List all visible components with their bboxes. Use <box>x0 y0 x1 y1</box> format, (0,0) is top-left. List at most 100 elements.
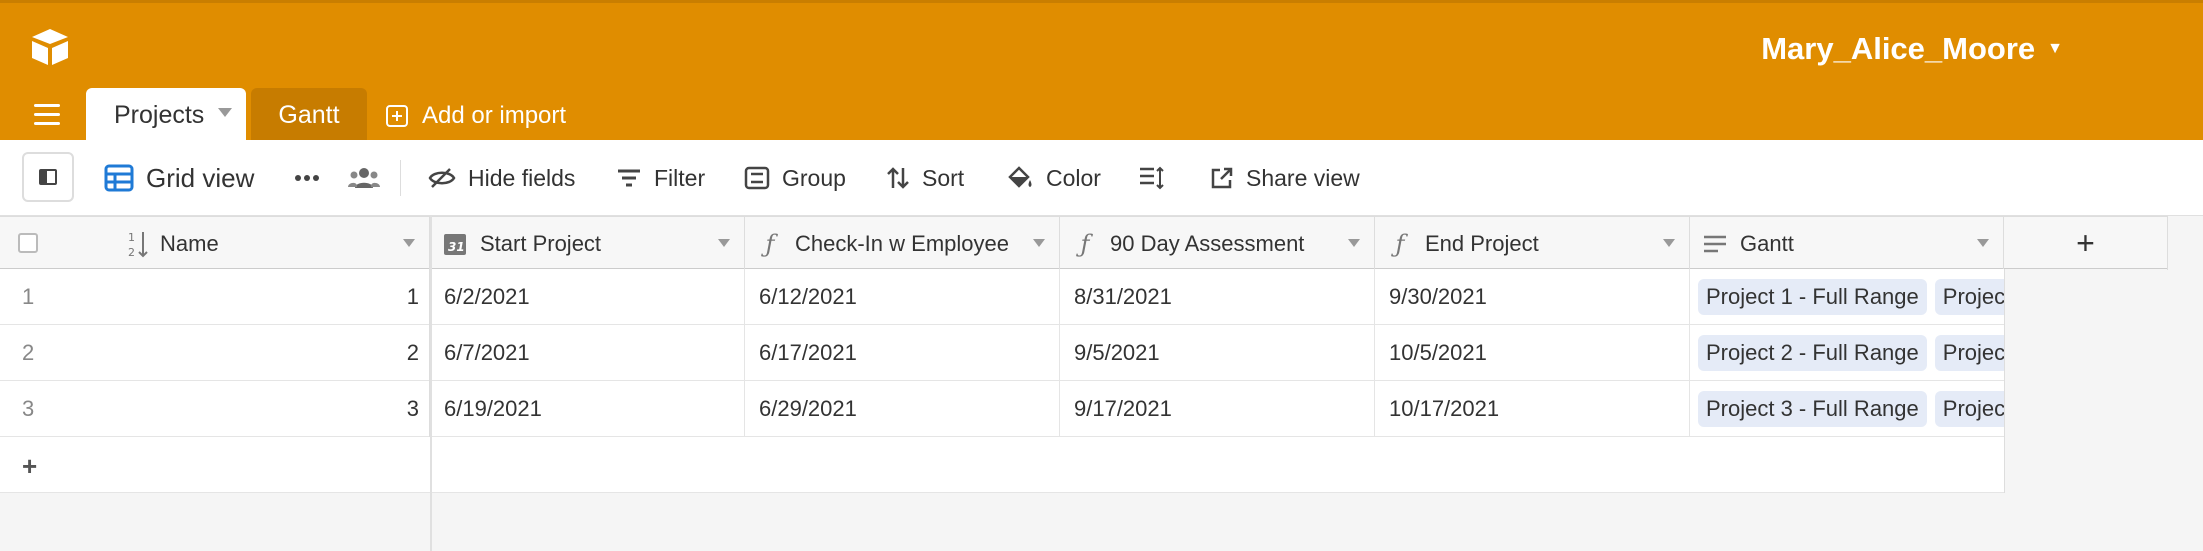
column-header-gantt[interactable]: Gantt <box>1690 217 2004 270</box>
cell-end-project[interactable]: 9/30/2021 <box>1375 269 1690 325</box>
cell-gantt[interactable]: Project 1 - Full Range Project <box>1690 269 2004 325</box>
app-header: Mary_Alice_Moore ▼ Projects Gantt Add or… <box>0 0 2203 143</box>
plus-icon: + <box>2076 225 2095 261</box>
view-toolbar: Grid view Hide fields Filter Group Sort … <box>0 140 2203 216</box>
plus-icon[interactable]: + <box>22 451 37 482</box>
column-header-90-day[interactable]: ƒ 90 Day Assessment <box>1060 217 1375 270</box>
table-row[interactable]: 1 1 6/2/2021 6/12/2021 8/31/2021 9/30/20… <box>0 269 2004 325</box>
data-grid: 1 2 Name 31 Start Project ƒ Check-In w E… <box>0 216 2203 551</box>
color-label: Color <box>1046 164 1101 191</box>
cell-name[interactable]: 3 <box>80 381 430 437</box>
sort-label: Sort <box>922 164 965 191</box>
gantt-pill: Project <box>1934 391 2004 427</box>
cell-start-project[interactable]: 6/19/2021 <box>430 381 745 437</box>
column-header-start-project[interactable]: 31 Start Project <box>430 217 745 270</box>
cell-start-project[interactable]: 6/2/2021 <box>430 269 745 325</box>
share-view-button[interactable]: Share view <box>1210 140 1360 216</box>
grid-view-switcher[interactable]: Grid view <box>104 140 254 216</box>
cell-90-day[interactable]: 9/5/2021 <box>1060 325 1375 381</box>
tab-label: Gantt <box>278 101 340 129</box>
logo-icon[interactable] <box>28 27 72 67</box>
user-name: Mary_Alice_Moore <box>1761 31 2036 66</box>
row-height-button[interactable] <box>1138 140 1166 216</box>
sort-number-icon: 1 2 <box>128 231 148 258</box>
column-header-check-in[interactable]: ƒ Check-In w Employee <box>745 217 1060 270</box>
collaborators-button[interactable] <box>348 140 380 216</box>
column-label: Start Project <box>480 230 602 256</box>
table-row[interactable]: 3 3 6/19/2021 6/29/2021 9/17/2021 10/17/… <box>0 381 2004 437</box>
formula-icon: ƒ <box>765 229 775 258</box>
people-icon <box>348 168 380 188</box>
cell-90-day[interactable]: 8/31/2021 <box>1060 269 1375 325</box>
cell-end-project[interactable]: 10/17/2021 <box>1375 381 1690 437</box>
hide-fields-label: Hide fields <box>468 164 576 191</box>
paint-bucket-icon <box>1008 166 1032 188</box>
cell-name[interactable]: 2 <box>80 325 430 381</box>
column-label: Check-In w Employee <box>795 230 1009 256</box>
column-label: Name <box>160 230 219 256</box>
gantt-pill: Project 2 - Full Range <box>1698 335 1927 371</box>
group-button[interactable]: Group <box>744 140 846 216</box>
chevron-down-icon[interactable] <box>1977 239 1989 247</box>
more-dots-icon <box>295 175 319 181</box>
add-or-import-label: Add or import <box>422 101 567 129</box>
cell-end-project[interactable]: 10/5/2021 <box>1375 325 1690 381</box>
svg-text:31: 31 <box>448 240 465 254</box>
column-label: Gantt <box>1740 230 1794 256</box>
add-field-button[interactable]: + <box>2004 217 2168 270</box>
row-number: 3 <box>22 396 35 421</box>
column-header-end-project[interactable]: ƒ End Project <box>1375 217 1690 270</box>
chevron-down-icon: ▼ <box>2047 40 2063 57</box>
grid-right-border <box>2004 269 2005 493</box>
eye-slash-icon <box>428 168 456 188</box>
cell-start-project[interactable]: 6/7/2021 <box>430 325 745 381</box>
column-header-name[interactable]: 1 2 Name <box>0 217 430 270</box>
color-button[interactable]: Color <box>1006 140 1101 216</box>
filter-button[interactable]: Filter <box>616 140 705 216</box>
gantt-pill: Project 1 - Full Range <box>1698 279 1927 315</box>
row-number: 1 <box>22 284 35 309</box>
gantt-pill: Project <box>1934 279 2004 315</box>
column-label: 90 Day Assessment <box>1110 230 1305 256</box>
add-or-import-button[interactable]: Add or import <box>386 88 566 143</box>
cell-check-in[interactable]: 6/12/2021 <box>745 269 1060 325</box>
column-header-row: 1 2 Name 31 Start Project ƒ Check-In w E… <box>0 216 2168 270</box>
cell-gantt[interactable]: Project 3 - Full Range Project <box>1690 381 2004 437</box>
group-icon <box>744 166 770 190</box>
plus-square-icon <box>386 104 408 127</box>
share-view-label: Share view <box>1246 164 1360 191</box>
hide-fields-button[interactable]: Hide fields <box>428 140 575 216</box>
select-all-checkbox[interactable] <box>18 233 38 253</box>
tab-bar: Projects Gantt Add or import <box>0 88 2203 143</box>
row-height-icon <box>1140 166 1164 190</box>
grid-view-label: Grid view <box>146 162 255 193</box>
add-record-row[interactable]: + <box>0 437 2004 493</box>
row-number: 2 <box>22 340 35 365</box>
user-menu[interactable]: Mary_Alice_Moore ▼ <box>1761 31 2063 67</box>
chevron-down-icon[interactable] <box>1033 239 1045 247</box>
group-label: Group <box>782 164 846 191</box>
cell-gantt[interactable]: Project 2 - Full Range Project <box>1690 325 2004 381</box>
chevron-down-icon[interactable] <box>403 239 415 247</box>
chevron-down-icon[interactable] <box>1348 239 1360 247</box>
svg-text:1: 1 <box>128 231 135 244</box>
column-label: End Project <box>1425 230 1539 256</box>
sort-arrows-icon <box>887 167 909 189</box>
cell-check-in[interactable]: 6/29/2021 <box>745 381 1060 437</box>
table-row[interactable]: 2 2 6/7/2021 6/17/2021 9/5/2021 10/5/202… <box>0 325 2004 381</box>
chevron-down-icon[interactable] <box>1663 239 1675 247</box>
tab-gantt[interactable]: Gantt <box>251 88 367 143</box>
chevron-down-icon[interactable] <box>718 239 730 247</box>
sort-button[interactable]: Sort <box>886 140 964 216</box>
cell-name[interactable]: 1 <box>80 269 430 325</box>
filter-label: Filter <box>654 164 706 191</box>
tab-projects[interactable]: Projects <box>86 88 246 143</box>
cell-check-in[interactable]: 6/17/2021 <box>745 325 1060 381</box>
sidebar-icon <box>39 169 57 185</box>
cell-90-day[interactable]: 9/17/2021 <box>1060 381 1375 437</box>
sidebar-toggle-button[interactable] <box>22 152 74 202</box>
chevron-down-icon[interactable] <box>218 108 232 117</box>
more-options-button[interactable] <box>294 140 320 216</box>
gantt-pill: Project <box>1934 335 2004 371</box>
menu-icon[interactable] <box>34 104 60 126</box>
